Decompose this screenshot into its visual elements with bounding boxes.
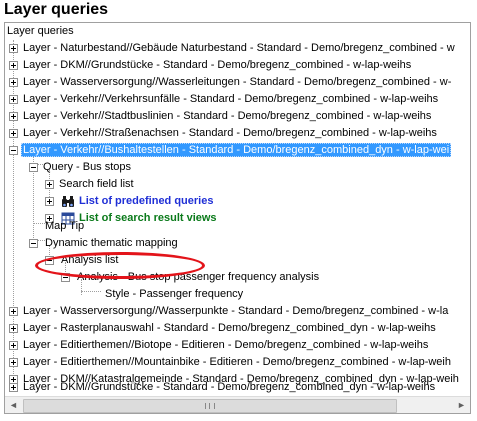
tree-layer-item-selected[interactable]: Layer - Verkehr//Bushaltestellen - Stand…	[5, 142, 452, 159]
tree-analysis-item[interactable]: Analysis - Bus stop passenger frequency …	[5, 269, 321, 286]
tree-layer-item[interactable]: Layer - Wasserversorgung//Wasserleitunge…	[5, 74, 453, 91]
layer-label: Layer - DKM//Grundstücke - Standard - De…	[23, 59, 412, 71]
tree-analysis-list[interactable]: Analysis list	[5, 252, 120, 269]
collapse-minus-icon[interactable]	[29, 239, 38, 248]
expand-plus-icon[interactable]	[45, 180, 54, 189]
scroll-left-arrow-icon[interactable]: ◄	[5, 397, 22, 413]
layer-label: Layer - Wasserversorgung//Wasserleitunge…	[23, 76, 452, 88]
layer-label: Layer - Verkehr//Verkehrsunfälle - Stand…	[23, 93, 439, 105]
tree-root-label: Layer queries	[7, 25, 74, 37]
expand-plus-icon[interactable]	[9, 78, 18, 87]
tree-dynamic-thematic-mapping[interactable]: Dynamic thematic mapping	[5, 235, 180, 252]
layer-label: Layer - Verkehr//Straßenachsen - Standar…	[23, 127, 437, 139]
expand-plus-icon[interactable]	[9, 358, 18, 367]
layer-label: Layer - Verkehr//Stadtbuslinien - Standa…	[23, 110, 432, 122]
predefined-queries-label: List of predefined queries	[79, 195, 214, 207]
tree-layer-item[interactable]: Layer - Naturbestand//Gebäude Naturbesta…	[5, 40, 457, 57]
expand-plus-icon[interactable]	[9, 61, 18, 70]
tree-layer-item[interactable]: Layer - DKM//Grundstücke - Standard - De…	[5, 57, 413, 74]
scrollbar-grip-icon	[205, 403, 215, 409]
dynamic-mapping-label: Dynamic thematic mapping	[45, 237, 178, 249]
collapse-minus-icon[interactable]	[9, 146, 18, 155]
style-label: Style - Passenger frequency	[105, 288, 244, 300]
query-label: Query - Bus stops	[43, 161, 132, 173]
window-title: Layer queries	[4, 1, 109, 18]
layer-label: Layer - Editierthemen//Mountainbike - Ed…	[23, 356, 451, 368]
tree-layer-item[interactable]: Layer - Verkehr//Stadtbuslinien - Standa…	[5, 108, 433, 125]
layer-queries-tree-panel: Layer queries Layer - Naturbestand//Gebä…	[4, 22, 471, 414]
layer-tree[interactable]: Layer queries Layer - Naturbestand//Gebä…	[5, 23, 470, 396]
expand-plus-icon[interactable]	[9, 95, 18, 104]
tree-map-tip-item[interactable]: Map Tip	[5, 218, 86, 235]
tree-layer-item[interactable]: Layer - Rasterplanauswahl - Standard - D…	[5, 320, 438, 337]
search-result-views-label: List of search result views	[79, 212, 217, 224]
expand-plus-icon[interactable]	[9, 383, 18, 392]
expand-plus-icon[interactable]	[45, 197, 54, 206]
layer-label: Layer - Naturbestand//Gebäude Naturbesta…	[23, 42, 455, 54]
layer-label: Layer - Wasserversorgung//Wasserpunkte -…	[23, 305, 449, 317]
analysis-list-label: Analysis list	[61, 254, 119, 266]
expand-plus-icon[interactable]	[9, 307, 18, 316]
expand-plus-icon[interactable]	[9, 129, 18, 138]
layer-label: Layer - Editierthemen//Biotope - Editier…	[23, 339, 429, 351]
tree-layer-item[interactable]: Layer - Editierthemen//Mountainbike - Ed…	[5, 354, 453, 371]
tree-layer-item[interactable]: Layer - Verkehr//Straßenachsen - Standar…	[5, 125, 439, 142]
tree-predefined-queries[interactable]: List of predefined queries	[5, 193, 215, 210]
layer-label: Layer - DKM//Grundstücke - Standard - De…	[23, 381, 436, 393]
binoculars-icon	[62, 196, 74, 207]
expand-plus-icon[interactable]	[9, 341, 18, 350]
tree-layer-item[interactable]: Layer - Verkehr//Verkehrsunfälle - Stand…	[5, 91, 440, 108]
collapse-minus-icon[interactable]	[61, 273, 70, 282]
tree-style-item[interactable]: Style - Passenger frequency	[5, 286, 245, 303]
layer-label: Layer - Rasterplanauswahl - Standard - D…	[23, 322, 436, 334]
expand-plus-icon[interactable]	[9, 44, 18, 53]
tree-layer-item[interactable]: Layer - Editierthemen//Biotope - Editier…	[5, 337, 430, 354]
horizontal-scrollbar[interactable]: ◄ ►	[5, 396, 470, 413]
tree-root[interactable]: Layer queries	[5, 23, 76, 40]
expand-plus-icon[interactable]	[9, 324, 18, 333]
collapse-minus-icon[interactable]	[29, 163, 38, 172]
tree-search-field-list[interactable]: Search field list	[5, 176, 136, 193]
scroll-right-arrow-icon[interactable]: ►	[453, 397, 470, 413]
layer-label: Layer - Verkehr//Bushaltestellen - Stand…	[21, 143, 452, 157]
expand-plus-icon[interactable]	[9, 112, 18, 121]
tree-layer-item[interactable]: Layer - DKM//Grundstücke - Standard - De…	[5, 379, 437, 396]
tree-query-item[interactable]: Query - Bus stops	[5, 159, 133, 176]
tree-layer-item[interactable]: Layer - Wasserversorgung//Wasserpunkte -…	[5, 303, 450, 320]
collapse-minus-icon[interactable]	[45, 256, 54, 265]
map-tip-label: Map Tip	[45, 220, 85, 232]
scrollbar-thumb[interactable]	[23, 399, 397, 413]
search-field-list-label: Search field list	[59, 178, 134, 190]
analysis-label: Analysis - Bus stop passenger frequency …	[77, 271, 320, 283]
